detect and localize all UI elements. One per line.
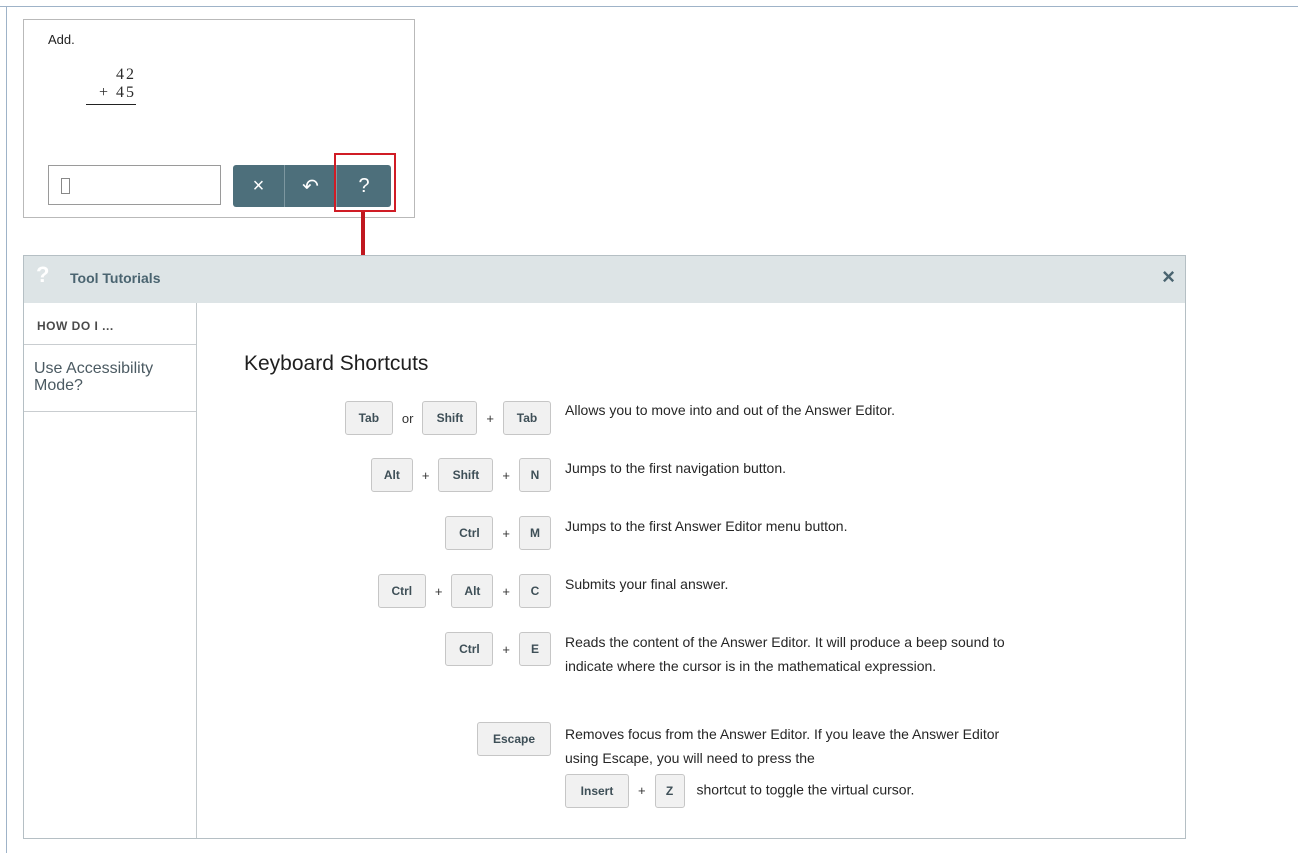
key-separator: or [401,410,414,426]
key-n: N [519,458,551,492]
tutorial-sidebar: HOW DO I ... Use Accessibility Mode? [24,303,197,838]
cursor-placeholder [61,178,70,194]
shortcut-description: Submits your final answer. [565,576,729,592]
shortcut-keys: Escape [477,722,551,756]
sidebar-header: HOW DO I ... [24,303,196,345]
key-separator: + [502,467,510,483]
help-button-highlight [334,153,396,212]
panel-title: Tool Tutorials [70,270,161,286]
undo-icon: ↶ [302,175,319,198]
panel-header: ? Tool Tutorials × [24,256,1185,303]
key-z: Z [654,774,685,808]
key-separator: + [638,783,646,798]
key-separator: + [421,467,430,483]
key-tab: Tab [503,401,551,435]
sidebar-item-accessibility-mode[interactable]: Use Accessibility Mode? [24,345,196,412]
top-border [0,6,1298,7]
answer-input[interactable] [48,165,221,205]
shortcut-keys: Ctrl + Alt + C [377,574,551,608]
key-tab: Tab [344,401,393,435]
shortcut-keys: Tab or Shift + Tab [344,401,551,435]
shortcut-description: Removes focus from the Answer Editor. If… [565,722,1025,808]
clear-button[interactable]: × [233,165,285,207]
shortcut-description: Jumps to the first navigation button. [565,460,787,476]
shortcut-keys: Ctrl + E [445,632,551,666]
key-separator: + [502,641,510,657]
key-c: C [519,574,551,608]
question-prompt: Add. [48,32,75,47]
key-ctrl: Ctrl [445,516,494,550]
key-separator: + [486,410,494,426]
key-separator: + [502,583,510,599]
key-ctrl: Ctrl [377,574,426,608]
key-separator: + [502,525,510,541]
key-separator: + [434,583,443,599]
close-icon[interactable]: × [1162,264,1175,290]
shortcut-description: Jumps to the first Answer Editor menu bu… [565,518,848,534]
shortcut-keys: Ctrl + M [445,516,551,550]
shortcut-keys: Alt + Shift + N [370,458,551,492]
shortcut-description-part-2: shortcut to toggle the virtual cursor. [696,781,915,798]
key-insert: Insert [565,774,629,808]
left-border [6,6,7,853]
addend-2: + 45 [86,84,136,105]
key-m: M [519,516,551,550]
shortcut-description: Reads the content of the Answer Editor. … [565,634,1005,674]
key-escape: Escape [477,722,551,756]
inline-shortcut-keys: Insert + Z [565,774,685,808]
key-shift: Shift [422,401,478,435]
key-e: E [519,632,551,666]
addition-problem: 42 + 45 [86,66,136,105]
key-alt: Alt [370,458,413,492]
addend-1: 42 [116,66,136,83]
question-mark-icon: ? [36,262,50,287]
close-icon: × [252,174,265,197]
shortcut-description-part-1: Removes focus from the Answer Editor. If… [565,726,1000,766]
key-alt: Alt [451,574,494,608]
undo-button[interactable]: ↶ [285,165,337,207]
shortcut-description: Allows you to move into and out of the A… [565,402,895,418]
key-ctrl: Ctrl [445,632,494,666]
tool-tutorials-panel: ? Tool Tutorials × HOW DO I ... Use Acce… [23,255,1186,839]
content-title: Keyboard Shortcuts [244,352,429,375]
key-shift: Shift [438,458,494,492]
